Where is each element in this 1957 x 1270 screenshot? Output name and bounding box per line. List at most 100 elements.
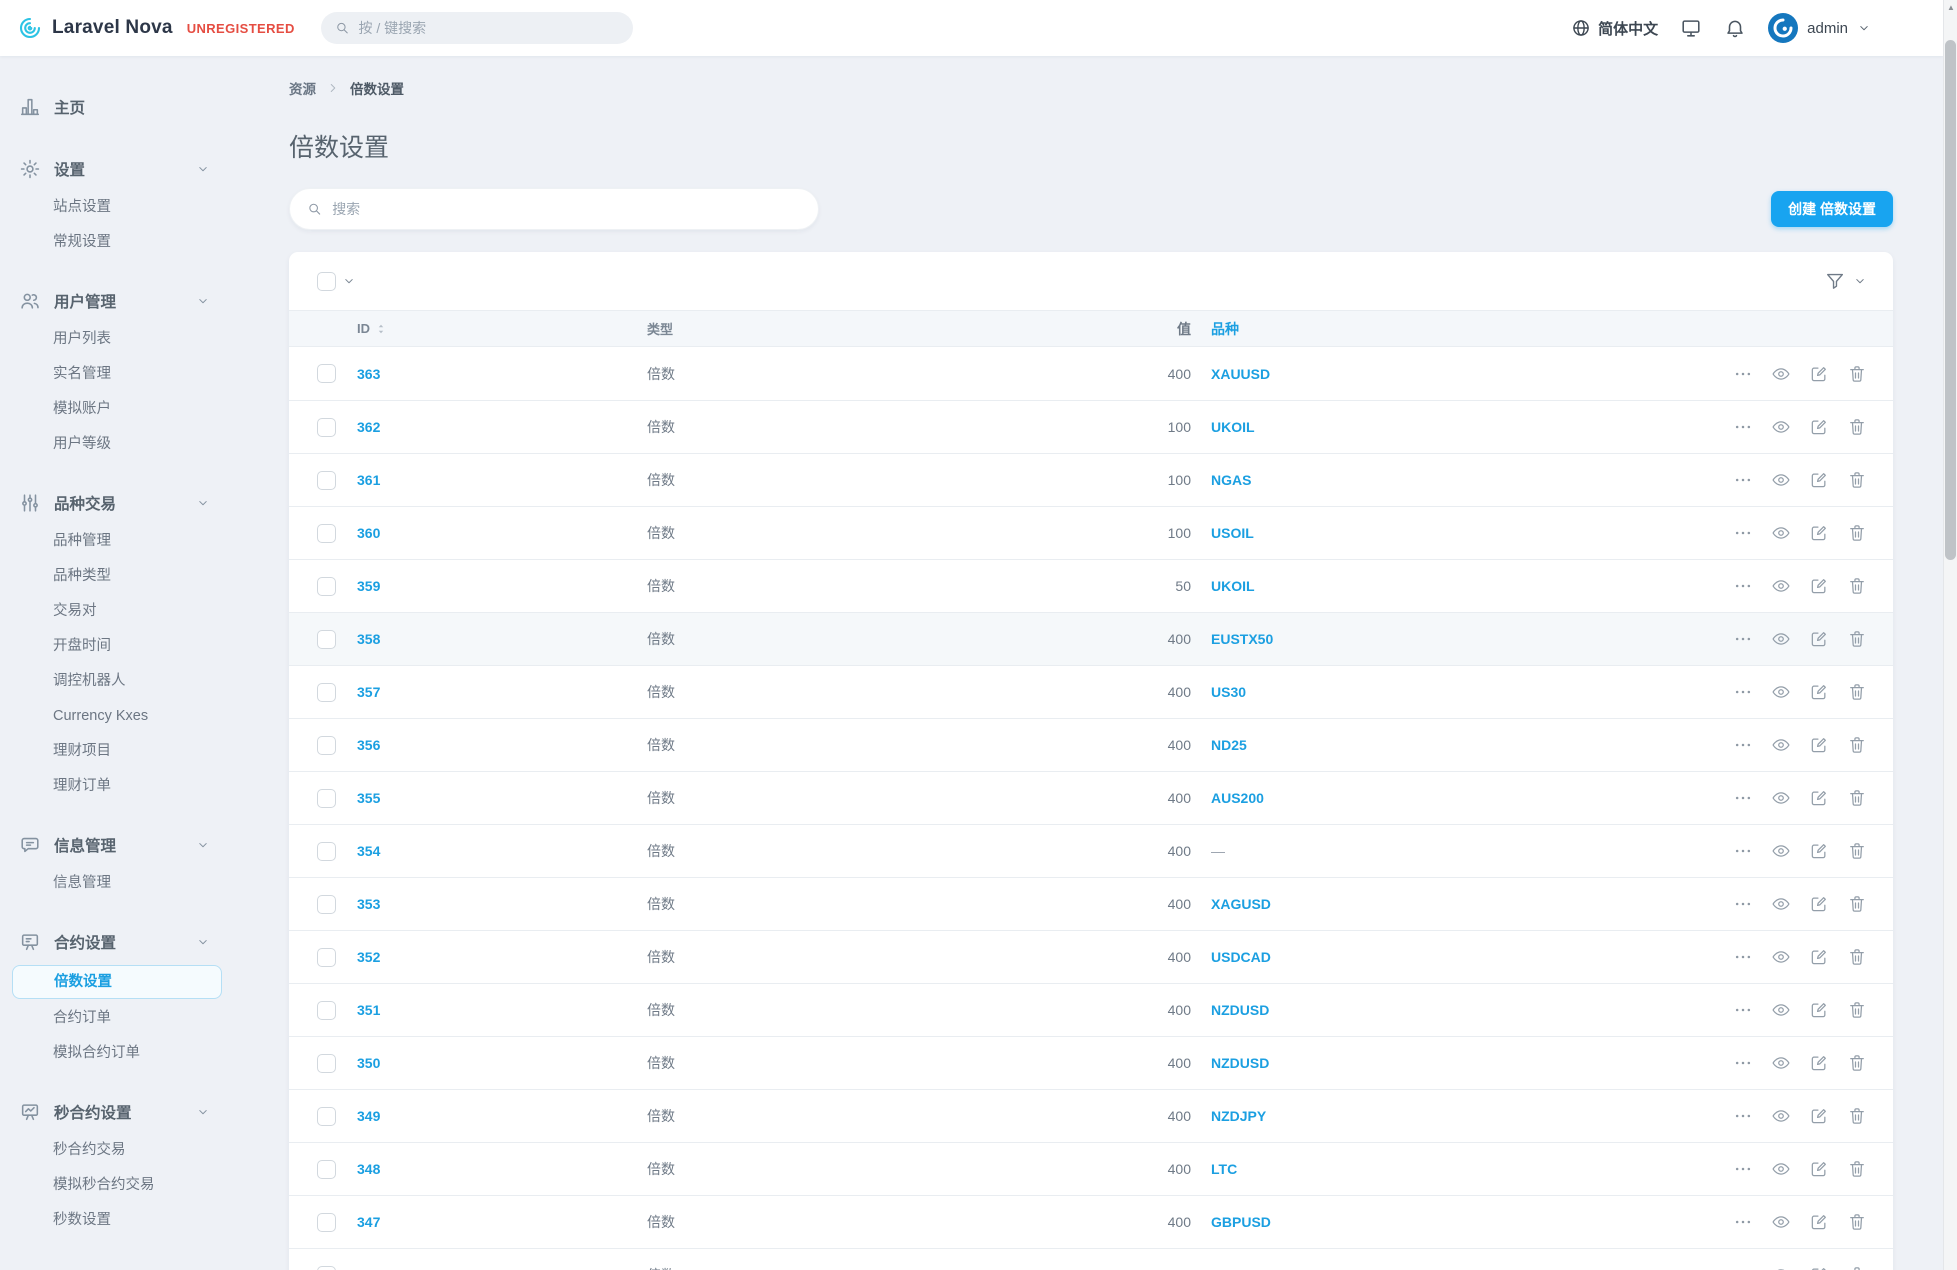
row-more-button[interactable] — [1733, 470, 1753, 490]
row-checkbox[interactable] — [317, 1107, 336, 1126]
row-checkbox[interactable] — [317, 789, 336, 808]
row-more-button[interactable] — [1733, 417, 1753, 437]
row-id-link[interactable]: 352 — [357, 949, 647, 965]
chevron-down-icon[interactable] — [342, 274, 356, 288]
row-delete-button[interactable] — [1847, 1159, 1867, 1179]
sidebar-item[interactable]: 理财订单 — [0, 769, 230, 804]
sidebar-item[interactable]: 交易对 — [0, 594, 230, 629]
row-edit-button[interactable] — [1809, 1000, 1829, 1020]
row-checkbox[interactable] — [317, 1054, 336, 1073]
row-symbol-link[interactable]: UKOIL — [1191, 578, 1709, 594]
row-view-button[interactable] — [1771, 947, 1791, 967]
row-view-button[interactable] — [1771, 576, 1791, 596]
sidebar-item[interactable]: 信息管理 — [0, 866, 230, 901]
row-checkbox[interactable] — [317, 948, 336, 967]
row-checkbox[interactable] — [317, 736, 336, 755]
row-delete-button[interactable] — [1847, 682, 1867, 702]
row-more-button[interactable] — [1733, 841, 1753, 861]
sidebar-item[interactable]: 秒数设置 — [0, 1203, 230, 1238]
row-edit-button[interactable] — [1809, 735, 1829, 755]
sidebar-item-active[interactable]: 倍数设置 — [12, 965, 222, 999]
row-edit-button[interactable] — [1809, 947, 1829, 967]
row-view-button[interactable] — [1771, 417, 1791, 437]
row-id-link[interactable]: 358 — [357, 631, 647, 647]
scrollbar-thumb[interactable] — [1945, 40, 1956, 560]
row-edit-button[interactable] — [1809, 523, 1829, 543]
row-checkbox[interactable] — [317, 1001, 336, 1020]
breadcrumb-resources-link[interactable]: 资源 — [289, 78, 316, 98]
row-view-button[interactable] — [1771, 1159, 1791, 1179]
resource-search-input[interactable] — [332, 201, 801, 217]
sidebar-section-users[interactable]: 用户管理 — [0, 280, 230, 322]
row-symbol-link[interactable]: USOIL — [1191, 525, 1709, 541]
row-view-button[interactable] — [1771, 364, 1791, 384]
row-checkbox[interactable] — [317, 418, 336, 437]
row-delete-button[interactable] — [1847, 470, 1867, 490]
row-view-button[interactable] — [1771, 1053, 1791, 1073]
row-id-link[interactable]: 347 — [357, 1214, 647, 1230]
sidebar-item[interactable]: 品种类型 — [0, 559, 230, 594]
sidebar-item[interactable]: 模拟秒合约交易 — [0, 1168, 230, 1203]
row-view-button[interactable] — [1771, 629, 1791, 649]
column-header-id-sort[interactable]: ID — [357, 321, 647, 336]
sidebar-item[interactable]: 调控机器人 — [0, 664, 230, 699]
row-more-button[interactable] — [1733, 1159, 1753, 1179]
row-edit-button[interactable] — [1809, 576, 1829, 596]
row-delete-button[interactable] — [1847, 735, 1867, 755]
row-view-button[interactable] — [1771, 1000, 1791, 1020]
row-edit-button[interactable] — [1809, 894, 1829, 914]
row-more-button[interactable] — [1733, 1212, 1753, 1232]
row-id-link[interactable]: 356 — [357, 737, 647, 753]
row-more-button[interactable] — [1733, 523, 1753, 543]
row-id-link[interactable]: 351 — [357, 1002, 647, 1018]
row-symbol-link[interactable]: NZDJPY — [1191, 1108, 1709, 1124]
row-symbol-link[interactable]: ND25 — [1191, 737, 1709, 753]
row-delete-button[interactable] — [1847, 841, 1867, 861]
row-delete-button[interactable] — [1847, 1000, 1867, 1020]
row-view-button[interactable] — [1771, 1212, 1791, 1232]
row-edit-button[interactable] — [1809, 841, 1829, 861]
row-more-button[interactable] — [1733, 894, 1753, 914]
row-checkbox[interactable] — [317, 1266, 336, 1270]
create-resource-button[interactable]: 创建 倍数设置 — [1771, 191, 1893, 227]
row-symbol-link[interactable]: AUS200 — [1191, 790, 1709, 806]
theme-button[interactable] — [1680, 17, 1702, 39]
row-checkbox[interactable] — [317, 577, 336, 596]
global-search-input[interactable] — [358, 20, 618, 36]
row-edit-button[interactable] — [1809, 364, 1829, 384]
sidebar-item[interactable]: Currency Kxes — [0, 699, 230, 734]
sidebar-item[interactable]: 秒合约交易 — [0, 1133, 230, 1168]
row-more-button[interactable] — [1733, 576, 1753, 596]
row-id-link[interactable]: 363 — [357, 366, 647, 382]
row-delete-button[interactable] — [1847, 417, 1867, 437]
row-symbol-link[interactable]: NGAS — [1191, 472, 1709, 488]
resource-search[interactable] — [289, 188, 819, 230]
global-search[interactable] — [321, 12, 633, 44]
row-checkbox[interactable] — [317, 895, 336, 914]
row-delete-button[interactable] — [1847, 1265, 1867, 1270]
row-id-link[interactable]: 362 — [357, 419, 647, 435]
row-delete-button[interactable] — [1847, 523, 1867, 543]
row-symbol-link[interactable]: EUSTX50 — [1191, 631, 1709, 647]
row-more-button[interactable] — [1733, 364, 1753, 384]
row-symbol-link[interactable]: XAGUSD — [1191, 896, 1709, 912]
sidebar-section-board-chart[interactable]: 秒合约设置 — [0, 1091, 230, 1133]
language-switcher[interactable]: 简体中文 — [1571, 18, 1658, 39]
row-more-button[interactable] — [1733, 1053, 1753, 1073]
row-delete-button[interactable] — [1847, 1053, 1867, 1073]
row-symbol-link[interactable]: LTC — [1191, 1161, 1709, 1177]
row-view-button[interactable] — [1771, 735, 1791, 755]
row-view-button[interactable] — [1771, 523, 1791, 543]
scrollbar-up-arrow[interactable]: ▲ — [1947, 3, 1955, 12]
row-id-link[interactable]: 360 — [357, 525, 647, 541]
row-checkbox[interactable] — [317, 683, 336, 702]
row-checkbox[interactable] — [317, 1213, 336, 1232]
sidebar-item[interactable]: 理财项目 — [0, 734, 230, 769]
sidebar-item[interactable]: 站点设置 — [0, 190, 230, 225]
row-edit-button[interactable] — [1809, 470, 1829, 490]
row-edit-button[interactable] — [1809, 1265, 1829, 1270]
row-edit-button[interactable] — [1809, 1106, 1829, 1126]
row-more-button[interactable] — [1733, 1265, 1753, 1270]
row-delete-button[interactable] — [1847, 364, 1867, 384]
row-edit-button[interactable] — [1809, 1212, 1829, 1232]
